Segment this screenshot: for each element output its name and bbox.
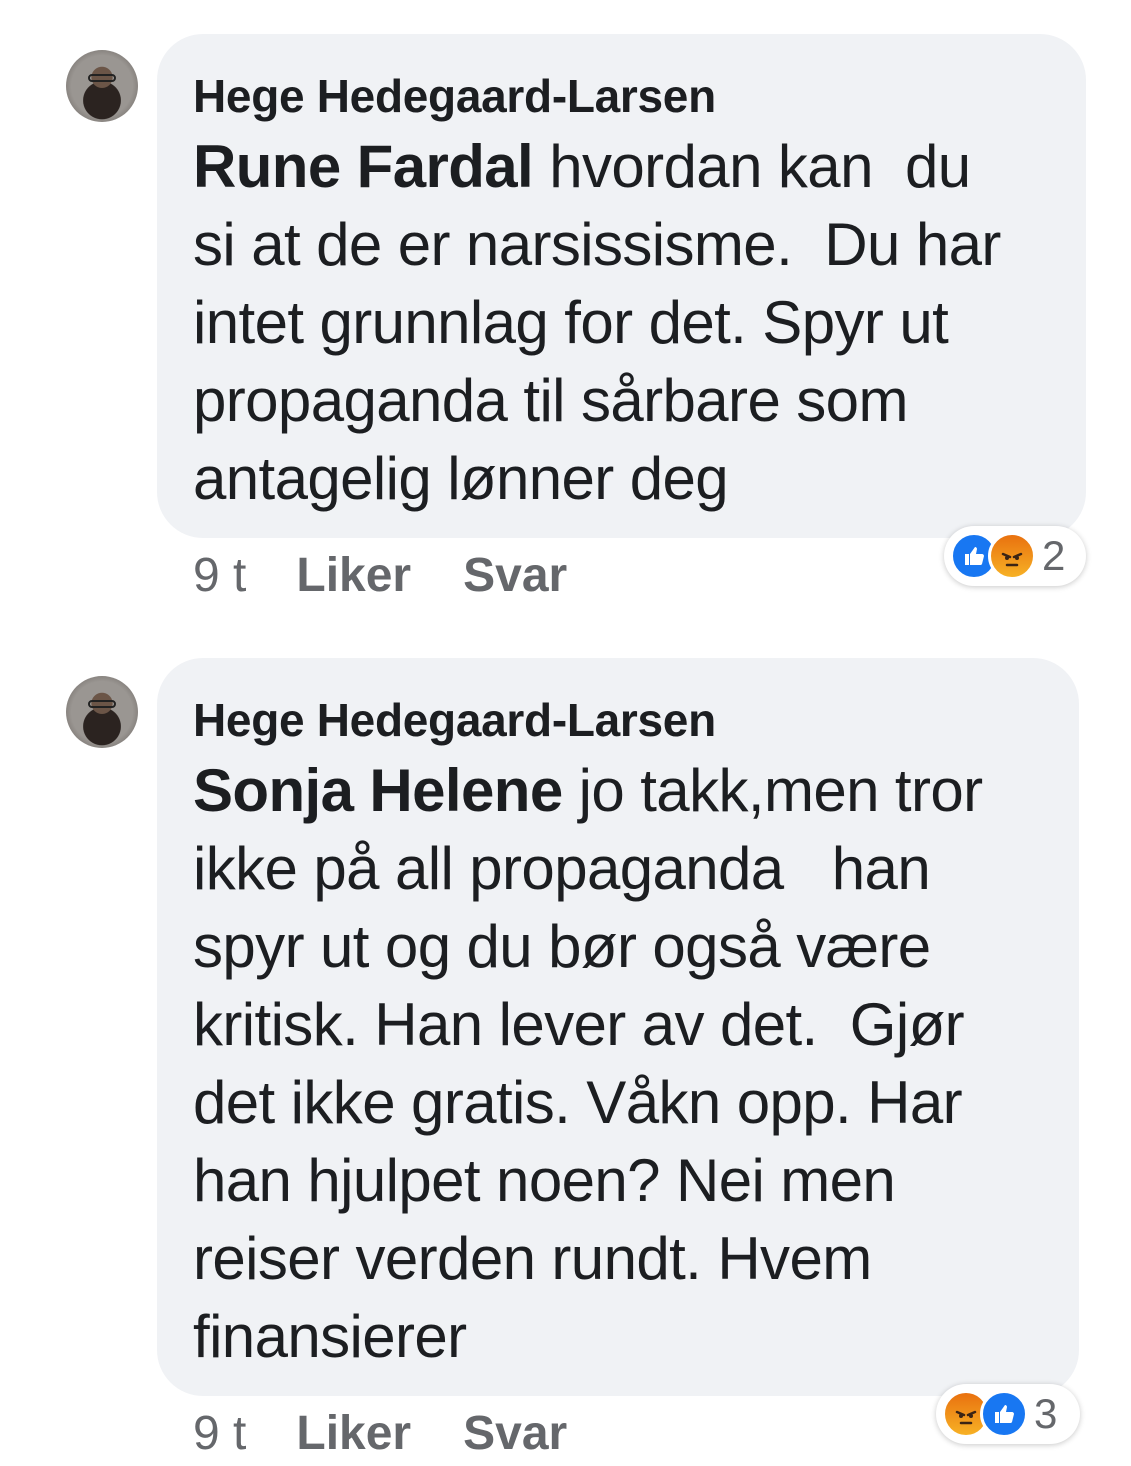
comment-line: han hjulpet noen? Nei men bbox=[193, 1147, 896, 1214]
comment-author[interactable]: Hege Hedegaard-Larsen bbox=[193, 68, 1050, 124]
reaction-summary[interactable]: 2 bbox=[944, 526, 1086, 586]
mention-tag[interactable]: Sonja Helene bbox=[193, 757, 563, 824]
comment-text: Sonja Helene jo takk,men tror ikke på al… bbox=[193, 752, 1043, 1376]
comment-line-text: hvordan kan du bbox=[533, 133, 971, 200]
comment-bubble: Hege Hedegaard-Larsen Sonja Helene jo ta… bbox=[157, 658, 1079, 1396]
avatar[interactable] bbox=[66, 50, 138, 122]
reaction-summary[interactable]: 3 bbox=[936, 1384, 1080, 1444]
comment-text: Rune Fardal hvordan kan du si at de er n… bbox=[193, 128, 1050, 518]
comment-line: ikke på all propaganda han bbox=[193, 835, 931, 902]
comment-line: propaganda til sårbare som bbox=[193, 367, 908, 434]
timestamp[interactable]: 9 t bbox=[193, 548, 246, 603]
comment-author[interactable]: Hege Hedegaard-Larsen bbox=[193, 692, 1043, 748]
comment-line: intet grunnlag for det. Spyr ut bbox=[193, 289, 949, 356]
comment-line: si at de er narsissisme. Du har bbox=[193, 211, 1001, 278]
reply-button[interactable]: Svar bbox=[463, 548, 567, 603]
comment-line: finansierer bbox=[193, 1303, 467, 1370]
angry-icon bbox=[988, 532, 1036, 580]
comment-line: antagelig lønner deg bbox=[193, 445, 729, 512]
avatar-glasses bbox=[88, 700, 116, 708]
comment-line-text: jo takk,men tror bbox=[562, 757, 983, 824]
mention-tag[interactable]: Rune Fardal bbox=[193, 133, 534, 200]
comment-line: det ikke gratis. Våkn opp. Har bbox=[193, 1069, 963, 1136]
comment-line: reiser verden rundt. Hvem bbox=[193, 1225, 872, 1292]
comment-bubble: Hege Hedegaard-Larsen Rune Fardal hvorda… bbox=[157, 34, 1086, 538]
timestamp[interactable]: 9 t bbox=[193, 1406, 246, 1461]
comment-line: spyr ut og du bør også være bbox=[193, 913, 931, 980]
reaction-count: 3 bbox=[1034, 1390, 1058, 1437]
avatar-glasses bbox=[88, 74, 116, 82]
comment-line: kritisk. Han lever av det. Gjør bbox=[193, 991, 965, 1058]
comment-line: Sonja Helene jo takk,men tror bbox=[193, 752, 1043, 830]
comment-actions: 9 t Liker Svar bbox=[193, 1406, 619, 1461]
like-icon bbox=[980, 1390, 1028, 1438]
like-button[interactable]: Liker bbox=[296, 548, 411, 603]
comment-actions: 9 t Liker Svar bbox=[193, 548, 619, 603]
like-button[interactable]: Liker bbox=[296, 1406, 411, 1461]
avatar[interactable] bbox=[66, 676, 138, 748]
reply-button[interactable]: Svar bbox=[463, 1406, 567, 1461]
comment-line: Rune Fardal hvordan kan du bbox=[193, 128, 1050, 206]
reaction-count: 2 bbox=[1042, 532, 1066, 579]
